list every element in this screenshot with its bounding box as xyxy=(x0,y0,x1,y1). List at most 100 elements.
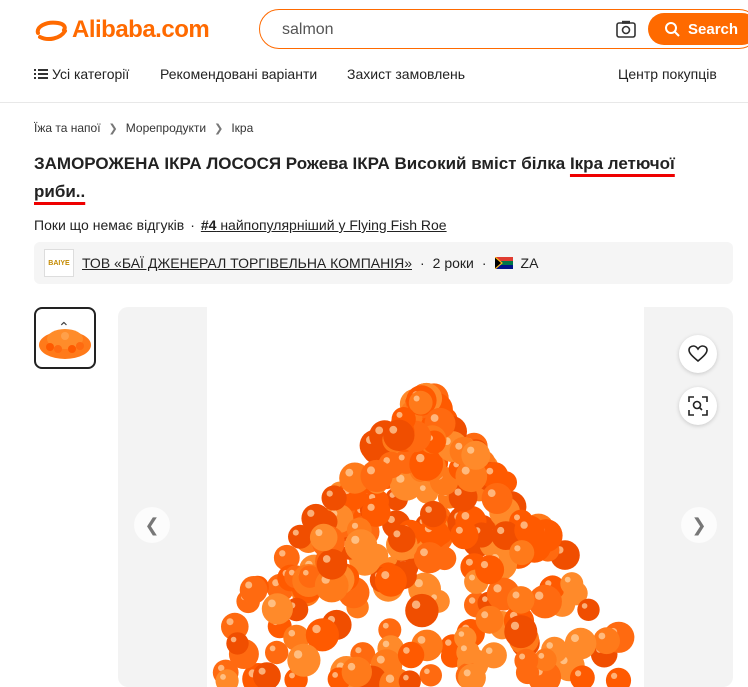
roe-highlight xyxy=(323,555,331,563)
chevron-right-icon: ❯ xyxy=(214,122,223,135)
roe-highlight xyxy=(466,559,473,566)
roe-highlight xyxy=(348,663,356,671)
roe-highlight xyxy=(397,412,403,418)
roe-highlight xyxy=(367,466,375,474)
roe-highlight xyxy=(375,427,383,435)
roe-highlight xyxy=(416,454,424,462)
roe-highlight xyxy=(245,582,252,589)
roe-highlight xyxy=(403,675,409,681)
separator-dot: · xyxy=(482,255,487,271)
roe-highlight xyxy=(424,669,430,675)
roe-egg xyxy=(593,627,620,654)
roe-highlight xyxy=(389,426,397,434)
roe-egg xyxy=(342,657,372,687)
roe-highlight xyxy=(289,630,296,637)
supplier-logo[interactable]: BAIYE xyxy=(44,249,74,277)
roe-egg xyxy=(450,521,478,549)
roe-egg xyxy=(405,594,438,627)
search-button[interactable]: Search xyxy=(648,13,748,45)
image-search-button[interactable] xyxy=(679,387,717,425)
chevron-up-icon[interactable]: ⌃ xyxy=(58,319,70,336)
roe-highlight xyxy=(571,634,579,642)
ranking-link[interactable]: #4 найпопулярніший у Flying Fish Roe xyxy=(201,217,447,233)
main-product-image[interactable] xyxy=(207,307,644,687)
roe-highlight xyxy=(462,512,470,520)
roe-egg xyxy=(310,524,338,552)
roe-highlight xyxy=(368,504,375,511)
roe-highlight xyxy=(383,623,389,629)
separator-dot: · xyxy=(420,255,425,271)
breadcrumb-item[interactable]: Ікра xyxy=(231,121,253,135)
roe-egg xyxy=(481,642,507,668)
breadcrumb-item[interactable]: Їжа та напої xyxy=(34,121,101,135)
roe-egg xyxy=(504,615,537,648)
search-icon xyxy=(664,21,680,37)
roe-egg xyxy=(420,664,442,686)
roe-highlight xyxy=(412,601,420,609)
alibaba-logo[interactable]: Alibaba.com xyxy=(34,16,209,44)
nav-all-categories[interactable]: Усі категорії xyxy=(34,66,129,82)
roe-highlight xyxy=(294,650,302,658)
roe-highlight xyxy=(519,654,525,660)
roe-highlight xyxy=(355,647,361,653)
roe-highlight xyxy=(514,545,520,551)
roe-highlight xyxy=(482,596,488,602)
rank-text: найпопулярніший у Flying Fish Roe xyxy=(216,217,446,233)
camera-icon[interactable] xyxy=(616,20,636,38)
roe-egg xyxy=(606,668,631,687)
roe-egg xyxy=(226,632,248,654)
supplier-name-link[interactable]: ТОВ «БАЇ ДЖЕНЕРАЛ ТОРГІВЕЛЬНА КОМПАНІЯ» xyxy=(82,255,412,271)
roe-highlight xyxy=(467,447,474,454)
roe-highlight xyxy=(486,468,493,475)
roe-highlight xyxy=(455,443,462,450)
roe-highlight xyxy=(351,536,359,544)
roe-egg xyxy=(317,549,348,580)
roe-highlight xyxy=(414,396,420,402)
roe-highlight xyxy=(497,527,504,534)
roe-egg xyxy=(456,641,480,665)
chevron-left-icon[interactable]: ❮ xyxy=(134,507,170,543)
title-highlight: риби.. xyxy=(34,182,85,201)
title-text: ЗАМОРОЖЕНА ІКРА ЛОСОСЯ Рожева ІКРА Висок… xyxy=(34,154,570,173)
roe-highlight xyxy=(381,571,389,579)
chevron-right-icon[interactable]: ❯ xyxy=(681,507,717,543)
separator-dot: · xyxy=(190,217,195,233)
roe-highlight xyxy=(488,489,496,497)
alibaba-logo-icon xyxy=(34,17,68,43)
roe-highlight xyxy=(459,631,465,637)
roe-egg xyxy=(565,628,597,660)
roe-egg xyxy=(262,593,293,624)
roe-egg xyxy=(265,641,288,664)
roe-highlight xyxy=(520,521,527,528)
roe-highlight xyxy=(399,455,405,461)
product-gallery: ❮ ❯ xyxy=(118,307,733,687)
roe-egg xyxy=(560,572,583,595)
roe-highlight xyxy=(565,577,571,583)
roe-egg xyxy=(322,485,347,510)
nav-buyer-center[interactable]: Центр покупців xyxy=(618,66,717,82)
breadcrumb: Їжа та напої ❯ Морепродукти ❯ Ікра xyxy=(34,121,253,135)
roe-highlight xyxy=(377,656,385,664)
roe-egg xyxy=(577,599,599,621)
supplier-country: ZA xyxy=(521,255,539,271)
nav-order-protection[interactable]: Захист замовлень xyxy=(347,66,465,82)
roe-highlight xyxy=(220,674,226,680)
roe-highlight xyxy=(582,603,588,609)
roe-highlight xyxy=(279,550,285,556)
gallery-thumbnail[interactable]: ⌃ xyxy=(34,307,96,369)
roe-highlight xyxy=(481,611,488,618)
roe-highlight xyxy=(546,642,553,649)
roe-highlight xyxy=(352,523,358,529)
roe-highlight xyxy=(461,645,467,651)
roe-highlight xyxy=(469,575,475,581)
nav-recommended[interactable]: Рекомендовані варіанти xyxy=(160,66,317,82)
roe-egg xyxy=(345,529,378,562)
main-image-area xyxy=(207,307,644,687)
search-input[interactable] xyxy=(280,18,604,42)
search-bar: Search xyxy=(259,9,748,49)
favorite-button[interactable] xyxy=(679,335,717,373)
roe-highlight xyxy=(268,600,276,608)
logo-text: Alibaba.com xyxy=(72,16,209,44)
roe-highlight xyxy=(303,570,309,576)
breadcrumb-item[interactable]: Морепродукти xyxy=(126,121,206,135)
